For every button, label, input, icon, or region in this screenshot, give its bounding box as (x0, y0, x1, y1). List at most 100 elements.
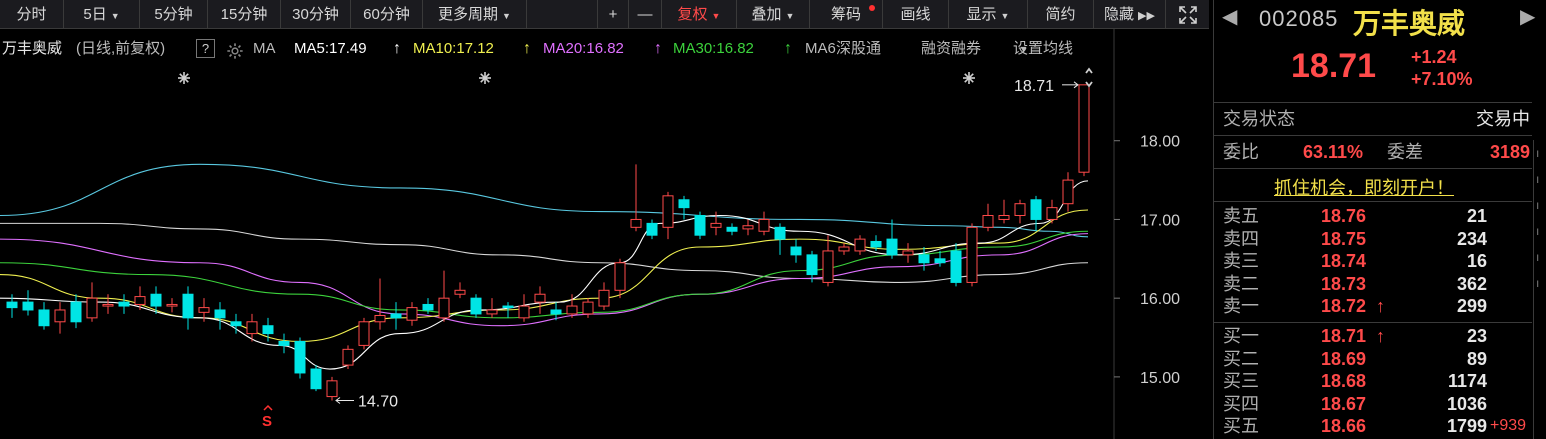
ask-row[interactable]: 卖三 18.74 16 (1214, 250, 1534, 272)
fullscreen-button[interactable] (1166, 0, 1209, 29)
candle (454, 282, 466, 299)
candle-body (758, 218, 770, 232)
caret-down-icon: ▼ (110, 11, 120, 21)
candle (1030, 195, 1042, 232)
period-label: (日线,前复权) (76, 40, 166, 57)
candle-body (534, 293, 546, 303)
bid-level-label: 买四 (1223, 393, 1259, 414)
stock-code: 002085 (1259, 6, 1339, 31)
open-account-link[interactable]: 抓住机会，即刻开户！ (1274, 174, 1454, 200)
tab-fenshi[interactable]: 分时 (0, 0, 64, 29)
candle-body (294, 340, 306, 374)
ma5-up-arrow-icon: ↑ (393, 40, 401, 57)
last-price: 18.71 (1291, 47, 1377, 85)
candle (310, 365, 322, 392)
trade-status-row: 交易状态 交易中 (1214, 108, 1534, 130)
ask-row[interactable]: 卖四 18.75 234 (1214, 228, 1534, 250)
candle (886, 219, 898, 259)
prev-stock-icon[interactable]: ◀ (1222, 4, 1237, 29)
ask-level-label: 卖二 (1223, 273, 1259, 294)
rongzi-link[interactable]: 融资融券 (921, 36, 981, 62)
bid-row[interactable]: 买三 18.68 1174 (1214, 370, 1534, 392)
huaxian-button[interactable]: 画线 (883, 0, 949, 29)
side-tab-strip[interactable]: ıııııı (1533, 140, 1546, 439)
y-tick-label: 17.00 (1140, 212, 1180, 229)
candle-body (118, 301, 130, 307)
ask-row[interactable]: 卖一 18.72 ↑ 299 (1214, 295, 1534, 317)
tab-5day[interactable]: 5日 ▼ (64, 0, 140, 29)
candle-body (166, 303, 178, 307)
candle-body (934, 258, 946, 264)
candle-body (1046, 207, 1058, 220)
button-label: 简约 (1045, 6, 1076, 23)
ask-row[interactable]: 卖五 18.76 21 (1214, 205, 1534, 227)
candle (54, 302, 66, 334)
ask-price: 18.73 (1321, 273, 1367, 294)
zoom-in-button[interactable]: + (597, 0, 629, 29)
button-label: 筹码 (830, 6, 861, 23)
tab-30min[interactable]: 30分钟 (281, 0, 351, 29)
candle-body (774, 226, 786, 240)
tab-5min[interactable]: 5分钟 (140, 0, 208, 29)
candle-body (1014, 203, 1026, 217)
weibi-value: 63.11% (1303, 142, 1364, 162)
candle-body (598, 289, 610, 307)
candle-body (38, 309, 50, 327)
bid-volume: 1799 (1446, 416, 1487, 437)
fuquan-button[interactable]: 复权 ▼ (662, 0, 737, 29)
candle-body (150, 293, 162, 307)
candle (406, 302, 418, 326)
ask-price: 18.74 (1321, 251, 1367, 272)
side-tab-marks: ıııııı (1536, 146, 1540, 290)
candle (758, 211, 770, 236)
bid-row[interactable]: 买五 18.66 1799 +939 (1214, 415, 1534, 437)
button-label: 叠加 (751, 6, 782, 23)
bid-level-label: 买三 (1223, 371, 1259, 392)
tab-label: 60分钟 (363, 6, 410, 23)
diejia-button[interactable]: 叠加 ▼ (737, 0, 810, 29)
shengutong-link[interactable]: 深股通 (836, 36, 881, 62)
candle (1078, 84, 1090, 177)
caret-down-icon: ▼ (502, 11, 511, 21)
tab-15min[interactable]: 15分钟 (208, 0, 281, 29)
tab-more-periods[interactable]: 更多周期 ▼ (423, 0, 527, 29)
chouma-button[interactable]: 筹码 (810, 0, 883, 29)
candle (694, 211, 706, 240)
xianshi-button[interactable]: 显示 ▼ (949, 0, 1028, 29)
candle-body (998, 215, 1010, 220)
event-marker-icon (178, 72, 190, 84)
candle-body (182, 293, 194, 319)
notification-dot-icon (869, 5, 875, 11)
bid-row[interactable]: 买二 18.69 89 (1214, 348, 1534, 370)
divider (1214, 168, 1532, 169)
help-button[interactable]: ? (196, 39, 215, 58)
zoom-out-button[interactable]: — (629, 0, 662, 29)
candle (742, 219, 754, 236)
gear-icon[interactable] (226, 38, 244, 69)
ask-volume: 16 (1466, 251, 1487, 272)
button-label: 复权 (677, 6, 708, 23)
bid-volume: 89 (1466, 348, 1487, 369)
jianyue-button[interactable]: 简约 (1028, 0, 1094, 29)
candle (854, 235, 866, 255)
tab-60min[interactable]: 60分钟 (351, 0, 423, 29)
bid-row[interactable]: 买四 18.67 1036 (1214, 393, 1534, 415)
next-stock-icon[interactable]: ▶ (1520, 4, 1535, 29)
bid-level-label: 买五 (1223, 416, 1259, 437)
yincang-button[interactable]: 隐藏 ▶▶ (1094, 0, 1166, 29)
bid-row[interactable]: 买一 18.71 ↑ 23 (1214, 325, 1534, 347)
high-price-label: 18.71 (1014, 78, 1054, 95)
candle-body (822, 250, 834, 283)
ask-row[interactable]: 卖二 18.73 362 (1214, 273, 1534, 295)
ask-level-label: 卖四 (1223, 228, 1259, 249)
tab-label: 更多周期 (438, 6, 499, 23)
button-label: 显示 (966, 6, 997, 23)
ask-volume: 234 (1456, 228, 1487, 249)
candle-body (614, 262, 626, 291)
ask-level-label: 卖三 (1223, 251, 1259, 272)
candle (534, 286, 546, 314)
candlestick-chart[interactable]: 18.00 17.00 16.00 15.00 18.71 14.70 S (0, 0, 1209, 439)
sell-signal-label: S (262, 413, 272, 430)
ma10-value: MA10:17.12 (413, 40, 494, 57)
divider (1214, 322, 1532, 323)
